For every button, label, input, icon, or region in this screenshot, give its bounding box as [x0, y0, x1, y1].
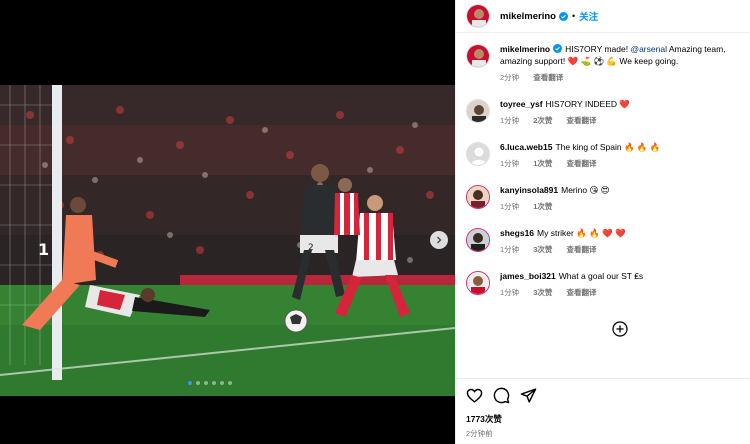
- comment-likes[interactable]: 3次赞: [533, 245, 552, 254]
- comment-text: Merino 😘 😍: [561, 185, 610, 195]
- comment-item: shegs16 My striker 🔥 🔥 ❤️ ❤️ 1分钟 3次赞 查看翻译: [466, 227, 740, 255]
- post-photo: 1 2: [0, 85, 455, 396]
- avatar[interactable]: [466, 185, 490, 209]
- comments-list: mikelmerino HIS7ORY made! @arsenal Amazin…: [456, 33, 750, 298]
- translate-link[interactable]: 查看翻译: [533, 73, 563, 82]
- comment-time: 1分钟: [500, 159, 520, 168]
- caption-time: 2分钟: [500, 73, 520, 82]
- carousel-dot[interactable]: [212, 381, 216, 385]
- comment-time: 1分钟: [500, 116, 520, 125]
- carousel-dot[interactable]: [204, 381, 208, 385]
- comment-item: toyree_ysf HIS7ORY INDEED ❤️ 1分钟 2次赞 查看翻译: [466, 98, 740, 126]
- media-viewer: 1 2: [0, 0, 455, 444]
- next-photo-button[interactable]: [430, 231, 448, 249]
- comment-time: 1分钟: [500, 202, 520, 211]
- comment-likes[interactable]: 3次赞: [533, 288, 552, 297]
- comment-time: 1分钟: [500, 288, 520, 297]
- caption: mikelmerino HIS7ORY made! @arsenal Amazin…: [466, 43, 740, 83]
- translate-link[interactable]: 查看翻译: [567, 245, 597, 254]
- share-button[interactable]: [520, 387, 537, 404]
- comment-item: 6.luca.web15 The king of Spain 🔥 🔥 🔥 1分钟 …: [466, 141, 740, 169]
- comment-item: kanyinsola891 Merino 😘 😍 1分钟 1次赞: [466, 184, 740, 212]
- comment-text: My striker 🔥 🔥 ❤️ ❤️: [537, 228, 626, 238]
- carousel-dot[interactable]: [196, 381, 200, 385]
- avatar[interactable]: [466, 228, 490, 252]
- carousel-dots: [188, 381, 232, 385]
- separator-dot: •: [571, 11, 576, 21]
- chevron-right-icon: [437, 236, 442, 244]
- likes-count[interactable]: 1773次赞: [456, 413, 750, 425]
- comment-username[interactable]: kanyinsola891: [500, 185, 558, 195]
- comment-username[interactable]: toyree_ysf: [500, 99, 543, 109]
- comment-icon: [493, 387, 510, 404]
- post-actions: 1773次赞 2分钟前: [456, 378, 750, 444]
- carousel-dot[interactable]: [220, 381, 224, 385]
- avatar[interactable]: [466, 271, 490, 295]
- carousel-dot[interactable]: [188, 381, 192, 385]
- comment-likes[interactable]: 1次赞: [533, 202, 552, 211]
- follow-button[interactable]: 关注: [579, 9, 598, 23]
- comment-likes[interactable]: 1次赞: [533, 159, 552, 168]
- comment-text: HIS7ORY INDEED ❤️: [545, 99, 630, 109]
- comment-text: The king of Spain 🔥 🔥 🔥: [555, 142, 661, 152]
- comment-text: What a goal our ST ₤s: [558, 271, 644, 281]
- caption-username[interactable]: mikelmerino: [500, 44, 550, 54]
- avatar[interactable]: [466, 142, 490, 166]
- svg-text:2: 2: [308, 243, 314, 253]
- avatar[interactable]: [466, 4, 490, 28]
- avatar[interactable]: [466, 99, 490, 123]
- caption-text: HIS7ORY made!: [565, 44, 629, 54]
- post-header: mikelmerino • 关注: [456, 0, 750, 33]
- header-username[interactable]: mikelmerino: [500, 11, 556, 22]
- translate-link[interactable]: 查看翻译: [567, 116, 597, 125]
- verified-badge-icon: [553, 44, 563, 53]
- like-button[interactable]: [466, 387, 483, 404]
- plus-circle-icon[interactable]: [612, 321, 628, 337]
- comment-button[interactable]: [493, 387, 510, 404]
- heart-icon: [466, 388, 483, 403]
- carousel-dot[interactable]: [228, 381, 232, 385]
- mention-link[interactable]: @arsenal: [630, 44, 667, 54]
- comment-username[interactable]: james_boi321: [500, 271, 556, 281]
- translate-link[interactable]: 查看翻译: [567, 288, 597, 297]
- comment-username[interactable]: 6.luca.web15: [500, 142, 552, 152]
- comment-item: james_boi321 What a goal our ST ₤s 1分钟 3次…: [466, 270, 740, 298]
- avatar[interactable]: [466, 44, 490, 68]
- comment-time: 1分钟: [500, 245, 520, 254]
- svg-text:1: 1: [38, 240, 49, 259]
- share-icon: [520, 388, 537, 403]
- comment-username[interactable]: shegs16: [500, 228, 534, 238]
- translate-link[interactable]: 查看翻译: [567, 159, 597, 168]
- comment-likes[interactable]: 2次赞: [533, 116, 552, 125]
- post-panel: mikelmerino • 关注 mikelmerino HIS7ORY made…: [455, 0, 750, 444]
- verified-badge-icon: [558, 11, 568, 21]
- post-time: 2分钟前: [466, 429, 493, 438]
